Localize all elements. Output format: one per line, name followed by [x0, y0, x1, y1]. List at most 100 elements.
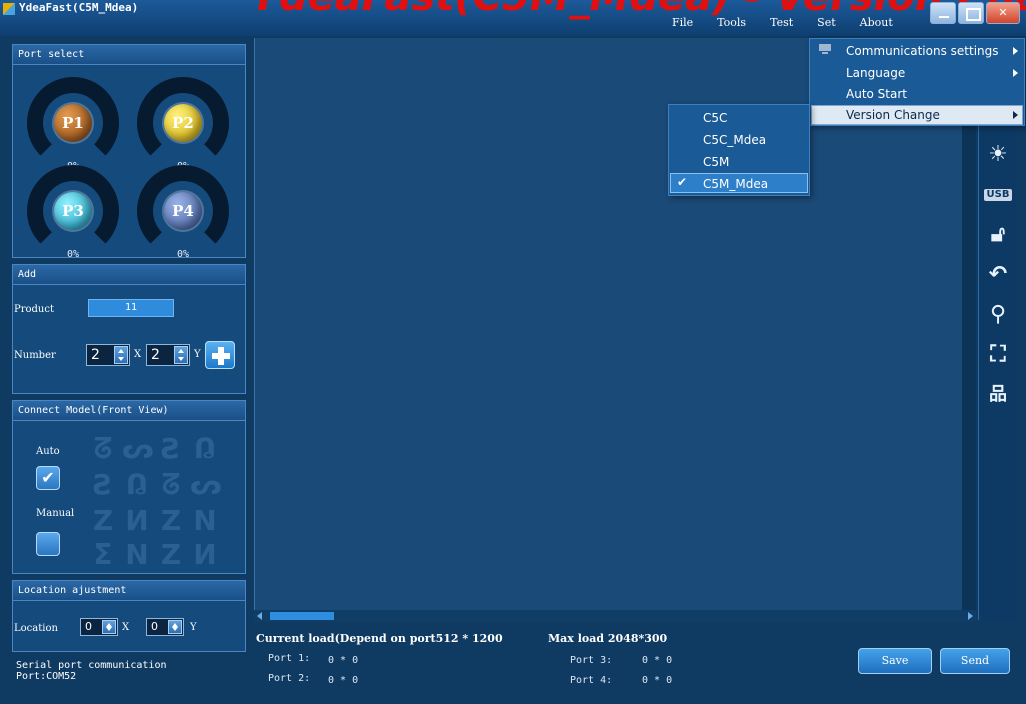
port-gauge-p1[interactable]: P1 0%: [27, 77, 119, 172]
banner-text: YdeaFast(C5M_Mdea) - Version Change: [250, 0, 1026, 20]
model-pattern-icon[interactable]: ᕡ: [190, 435, 220, 463]
model-pattern-icon[interactable]: Ƨ: [156, 435, 186, 463]
horizontal-scrollbar[interactable]: [254, 610, 976, 622]
submenu-arrow-icon: [1013, 69, 1018, 77]
port-gauge-p3[interactable]: P3 0%: [27, 165, 119, 260]
number-y-value: 2: [151, 347, 160, 363]
status-line-2: Port:COM52: [16, 671, 77, 682]
model-pattern-icon[interactable]: Z: [156, 541, 186, 569]
model-pattern-icon[interactable]: Ƨ: [88, 471, 118, 499]
scroll-right-icon[interactable]: [968, 612, 973, 620]
menu-bar: File Tools Test Set About: [660, 16, 905, 29]
port-ball-p1: P1: [54, 104, 92, 142]
port-gauge-p2[interactable]: P2 0%: [137, 77, 229, 172]
manual-checkbox[interactable]: [36, 532, 60, 556]
network-icon[interactable]: 品: [983, 380, 1013, 410]
port2-value: 0 * 0: [328, 675, 359, 686]
menu-item-auto-start[interactable]: Auto Start: [846, 85, 907, 103]
auto-checkbox[interactable]: ✔: [36, 466, 60, 490]
port4-value: 0 * 0: [642, 675, 673, 686]
model-pattern-icon[interactable]: N: [122, 541, 152, 569]
version-submenu: ✔ C5C C5C_Mdea C5M C5M_Mdea: [668, 104, 810, 196]
number-x-value: 2: [91, 347, 100, 363]
version-item-c5m-mdea[interactable]: C5M_Mdea: [703, 175, 768, 193]
model-pattern-icon[interactable]: ᔕ: [122, 435, 154, 463]
port3-label: Port 3:: [570, 655, 613, 666]
location-x-label: X: [122, 622, 130, 633]
location-y-stepper[interactable]: 0: [146, 618, 184, 636]
product-label: Product: [14, 304, 54, 315]
number-y-label: Y: [194, 349, 201, 360]
version-item-c5c-mdea[interactable]: C5C_Mdea: [703, 131, 766, 149]
menu-item-version-change[interactable]: Version Change: [846, 106, 940, 124]
menu-item-language[interactable]: Language: [846, 64, 905, 82]
menu-about[interactable]: About: [848, 16, 905, 29]
port-ball-p4: P4: [164, 192, 202, 230]
port4-label: Port 4:: [570, 675, 613, 686]
spin-arrows-icon[interactable]: [174, 346, 188, 364]
port1-value: 0 * 0: [328, 655, 359, 666]
port-percent-p3: 0%: [66, 249, 80, 260]
auto-label: Auto: [36, 446, 60, 457]
add-button[interactable]: [205, 341, 235, 369]
model-pattern-icon[interactable]: ᘔ: [88, 435, 118, 463]
menu-set[interactable]: Set: [805, 16, 847, 29]
version-item-c5m[interactable]: C5M: [703, 153, 729, 171]
model-pattern-icon[interactable]: И: [190, 541, 220, 569]
number-x-label: X: [134, 349, 142, 360]
max-load-label: Max load 2048*300: [548, 632, 668, 645]
close-icon: ✕: [998, 6, 1008, 19]
location-label: Location: [14, 623, 58, 634]
port-select-title: Port select: [13, 45, 245, 65]
port2-label: Port 2:: [268, 673, 311, 684]
menu-file[interactable]: File: [660, 16, 705, 29]
submenu-arrow-icon: [1013, 111, 1018, 119]
product-field[interactable]: 11: [88, 299, 174, 317]
add-panel: Add: [12, 264, 246, 394]
version-item-c5c[interactable]: C5C: [703, 109, 727, 127]
port1-label: Port 1:: [268, 653, 311, 664]
location-x-stepper[interactable]: 0: [80, 618, 118, 636]
model-pattern-icon[interactable]: ᔕ: [190, 471, 222, 499]
scroll-left-icon[interactable]: [257, 612, 262, 620]
port-ball-p3: P3: [54, 192, 92, 230]
port-select-panel: Port select P1 0% P2 0% P3 0% P4 0%: [12, 44, 246, 260]
menu-test[interactable]: Test: [758, 16, 805, 29]
connect-model-title: Connect Model(Front View): [13, 401, 245, 421]
port-gauge-p4[interactable]: P4 0%: [137, 165, 229, 260]
model-pattern-icon[interactable]: N: [190, 507, 220, 535]
status-line-1: Serial port communication: [16, 660, 167, 671]
model-pattern-icon[interactable]: ᕡ: [122, 471, 152, 499]
close-button[interactable]: ✕: [986, 2, 1020, 24]
lightbulb-icon[interactable]: ☀: [983, 140, 1013, 170]
scroll-thumb[interactable]: [270, 612, 334, 620]
lock-icon[interactable]: 🔓︎: [983, 220, 1013, 250]
spin-arrows-icon[interactable]: [168, 620, 182, 634]
spin-arrows-icon[interactable]: [102, 620, 116, 634]
number-y-stepper[interactable]: 2: [146, 344, 190, 366]
fullscreen-icon[interactable]: ⛶: [983, 340, 1013, 370]
save-button[interactable]: Save: [858, 648, 932, 674]
model-pattern-icon[interactable]: И: [122, 507, 152, 535]
location-y-label: Y: [190, 622, 197, 633]
maximize-button[interactable]: [958, 2, 984, 24]
usb-icon[interactable]: USB: [983, 180, 1013, 210]
connection-status: Serial port communication Port:COM52: [16, 660, 167, 682]
model-pattern-icon[interactable]: Z: [88, 507, 118, 535]
window-title: YdeaFast(C5M_Mdea): [19, 1, 139, 14]
spin-arrows-icon[interactable]: [114, 346, 128, 364]
send-button[interactable]: Send: [940, 648, 1010, 674]
menu-tools[interactable]: Tools: [705, 16, 758, 29]
port3-value: 0 * 0: [642, 655, 673, 666]
menu-item-communications-settings[interactable]: Communications settings: [846, 42, 999, 60]
port-ball-p2: P2: [164, 104, 202, 142]
model-pattern-icon[interactable]: Σ: [88, 541, 118, 569]
right-toolbar: ☀ USB 🔓︎ ↶ ⚲ ⛶ 品: [978, 124, 1016, 620]
model-pattern-icon[interactable]: ᘔ: [156, 471, 186, 499]
undo-icon[interactable]: ↶: [983, 260, 1013, 290]
minimize-button[interactable]: [930, 2, 956, 24]
search-icon[interactable]: ⚲: [983, 300, 1013, 330]
number-x-stepper[interactable]: 2: [86, 344, 130, 366]
model-pattern-icon[interactable]: Z: [156, 507, 186, 535]
port-percent-p4: 0%: [176, 249, 190, 260]
